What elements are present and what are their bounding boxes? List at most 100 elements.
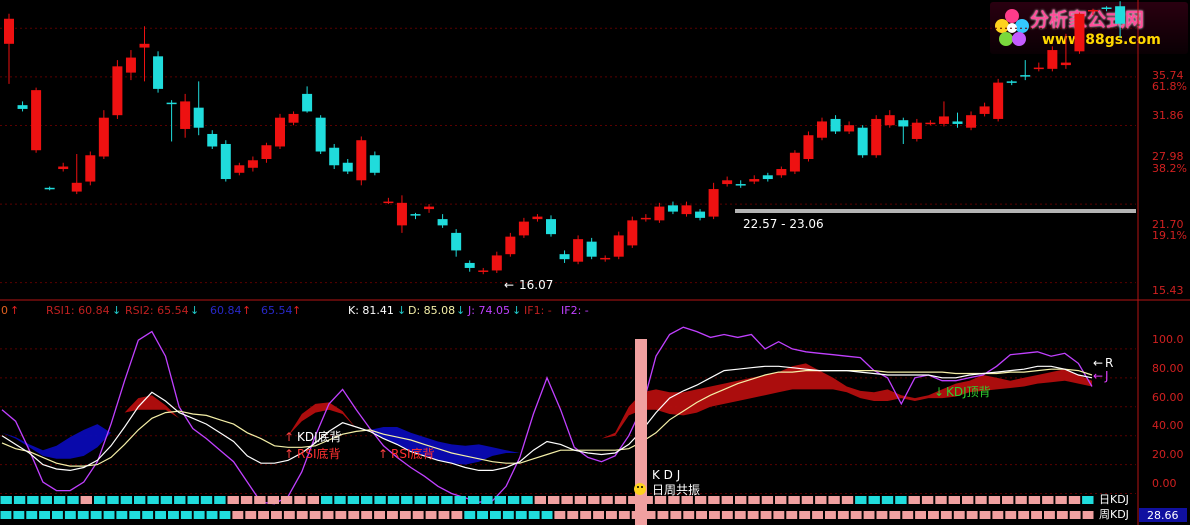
day-kdj-cell bbox=[735, 496, 747, 504]
week-kdj-cell bbox=[64, 511, 76, 519]
week-kdj-cell bbox=[219, 511, 231, 519]
candle-body bbox=[437, 219, 448, 226]
week-kdj-cell bbox=[1082, 511, 1094, 519]
day-kdj-cell bbox=[94, 496, 106, 504]
readout-k: K: 81.41 bbox=[348, 304, 394, 317]
week-kdj-cell bbox=[477, 511, 488, 519]
candle-body bbox=[424, 206, 435, 210]
candle-body bbox=[451, 232, 462, 251]
week-kdj-cell bbox=[13, 511, 25, 519]
d-line bbox=[1, 368, 1093, 467]
week-kdj-cell bbox=[490, 511, 501, 519]
day-kdj-cell bbox=[27, 496, 39, 504]
day-kdj-cell bbox=[227, 496, 239, 504]
candle-body bbox=[830, 118, 841, 132]
candle-body bbox=[952, 121, 963, 124]
candle-body bbox=[302, 93, 313, 112]
week-kdj-cell bbox=[399, 511, 411, 519]
week-kdj-cell bbox=[425, 511, 437, 519]
fib-tick-3: 19.1% bbox=[1152, 229, 1187, 242]
day-kdj-cell bbox=[721, 496, 733, 504]
candle-body bbox=[789, 152, 800, 172]
candle-body bbox=[966, 115, 977, 128]
week-kdj-cell bbox=[734, 511, 746, 519]
candle-body bbox=[573, 239, 584, 262]
day-kdj-cell bbox=[120, 496, 133, 504]
day-kdj-cell bbox=[53, 496, 66, 504]
candle-body bbox=[478, 270, 489, 272]
week-kdj-cell bbox=[580, 511, 592, 519]
day-kdj-cell bbox=[80, 496, 92, 504]
day-kdj-cell bbox=[294, 496, 306, 504]
ind-tick-80: 80.00 bbox=[1152, 362, 1184, 375]
strip-labels: 日KDJ 周KDJ 28.66 bbox=[1099, 493, 1187, 522]
week-kdj-cell bbox=[876, 511, 888, 519]
candle-body bbox=[180, 101, 191, 129]
day-kdj-cell bbox=[668, 496, 680, 504]
week-kdj-cell bbox=[567, 511, 579, 519]
rsi-bottom-label-1: RSI底背 bbox=[297, 446, 341, 461]
week-kdj-cell bbox=[90, 511, 102, 519]
week-kdj-cell bbox=[116, 511, 128, 519]
week-kdj-cell bbox=[335, 511, 347, 519]
readout-arrow-6: ↓ bbox=[397, 304, 406, 317]
week-kdj-cell bbox=[541, 511, 553, 519]
week-kdj-cell bbox=[180, 511, 192, 519]
candle-body bbox=[1101, 7, 1112, 9]
week-kdj-cell bbox=[193, 511, 205, 519]
day-kdj-cell bbox=[267, 496, 279, 504]
day-kdj-cell bbox=[507, 496, 520, 504]
candle-body bbox=[1060, 62, 1071, 66]
candle-body bbox=[98, 117, 109, 157]
candle-body bbox=[153, 56, 164, 89]
week-kdj-cell bbox=[940, 511, 952, 519]
week-kdj-cell bbox=[451, 511, 463, 519]
candle-body bbox=[871, 118, 882, 156]
j-tag: J bbox=[1104, 369, 1109, 383]
week-kdj-cell bbox=[77, 511, 89, 519]
rsi-bottom-arrow-icon-2: ↑ bbox=[378, 447, 388, 461]
day-kdj-cell bbox=[948, 496, 960, 504]
day-kdj-cell bbox=[654, 496, 667, 504]
ind-tick-100: 100.0 bbox=[1152, 333, 1184, 346]
week-kdj-cell bbox=[915, 511, 926, 519]
week-kdj-cell bbox=[515, 511, 527, 519]
day-kdj-cell bbox=[187, 496, 199, 504]
candle-body bbox=[925, 122, 936, 125]
day-kdj-cell bbox=[107, 496, 119, 504]
kdj-bottom-label: KDJ底背 bbox=[297, 429, 342, 444]
week-kdj-cell bbox=[1044, 511, 1055, 519]
week-kdj-cell bbox=[618, 511, 630, 519]
week-kdj-cell bbox=[773, 511, 785, 519]
day-kdj-cell bbox=[601, 496, 613, 504]
week-kdj-cell bbox=[374, 511, 385, 519]
candle-body bbox=[722, 180, 733, 185]
day-kdj-cell bbox=[561, 496, 573, 504]
week-kdj-cell bbox=[361, 511, 373, 519]
indicator-readout: 0 ↑ RSI1: 60.84 ↓ RSI2: 65.54 ↓ 60.84 ↑ … bbox=[1, 304, 589, 317]
day-kdj-cell bbox=[868, 496, 880, 504]
j-line bbox=[1, 326, 1093, 505]
readout-arrow-4: ↑ bbox=[242, 304, 251, 317]
kdj-strips bbox=[0, 496, 1094, 519]
candle-body bbox=[125, 57, 136, 73]
week-kdj-value: 28.66 bbox=[1147, 509, 1179, 522]
day-kdj-cell bbox=[387, 496, 400, 504]
week-kdj-cell bbox=[1005, 511, 1017, 519]
week-kdj-cell bbox=[438, 511, 450, 519]
range-label: 22.57 - 23.06 bbox=[743, 217, 824, 231]
readout-arrow-2: ↓ bbox=[112, 304, 121, 317]
readout-rsi2: RSI2: 65.54 bbox=[125, 304, 189, 317]
day-kdj-cell bbox=[0, 496, 12, 504]
readout-arrow-3: ↓ bbox=[190, 304, 199, 317]
week-kdj-cell bbox=[953, 511, 965, 519]
candle-body bbox=[112, 66, 123, 116]
candle-body bbox=[410, 214, 421, 216]
candle-body bbox=[546, 219, 556, 235]
candle-body bbox=[749, 179, 760, 182]
day-kdj-cell bbox=[1042, 496, 1054, 504]
candle-body bbox=[559, 254, 570, 260]
day-kdj-cell bbox=[40, 496, 52, 504]
week-kdj-cell bbox=[309, 511, 321, 519]
week-kdj-cell bbox=[786, 511, 798, 519]
